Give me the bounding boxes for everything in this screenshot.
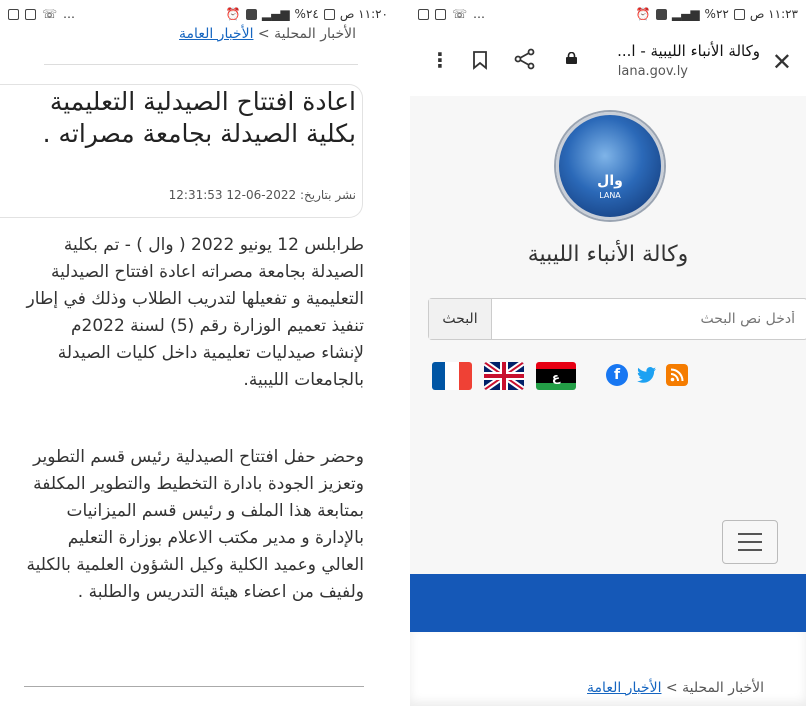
- overflow-menu-icon[interactable]: ⋮: [430, 48, 450, 72]
- breadcrumb-local: الأخبار المحلية: [682, 680, 764, 696]
- signal-icon: ▂▄▆: [261, 7, 290, 21]
- notification-icon: [25, 8, 36, 20]
- page-url[interactable]: lana.gov.ly: [618, 64, 688, 79]
- page-title: وكالة الأنباء الليبية - ا...: [617, 42, 760, 60]
- close-icon[interactable]: ✕: [772, 48, 792, 76]
- signal-icon: ▂▄▆: [671, 7, 700, 21]
- search-button[interactable]: البحث: [429, 299, 492, 339]
- publish-date: نشر بتاريخ: 2022-06-12 12:31:53: [168, 188, 356, 202]
- rss-icon[interactable]: [666, 364, 688, 386]
- gallery-icon: [8, 8, 19, 20]
- status-bar-right: ⏰ ▂▄▆ %٢٢ ١١:٢٣ ص: [636, 7, 798, 21]
- battery-icon: [733, 8, 745, 20]
- agency-name: وكالة الأنباء الليبية: [527, 242, 689, 267]
- clock: ١١:٢٣ ص: [749, 7, 798, 21]
- battery-icon: [323, 8, 335, 20]
- notification-icon: [435, 8, 446, 20]
- sim-icon: [655, 8, 667, 20]
- sim-icon: [245, 8, 257, 20]
- french-flag-icon[interactable]: [432, 362, 472, 390]
- logo-latin-text: LANA: [599, 191, 621, 200]
- share-icon[interactable]: [514, 48, 536, 70]
- breadcrumb: الأخبار المحلية > الأخبار العامة: [587, 680, 764, 696]
- whatsapp-icon: ☏: [452, 7, 468, 21]
- breadcrumb: الأخبار المحلية > الأخبار العامة: [179, 26, 356, 42]
- battery-percent: %٢٤: [294, 7, 319, 21]
- browser-screen: ☏ … ⏰ ▂▄▆ %٢٢ ١١:٢٣ ص ✕ وكالة الأنباء ال…: [410, 0, 806, 706]
- breadcrumb-separator: >: [257, 26, 270, 42]
- alarm-icon: ⏰: [225, 7, 241, 21]
- alarm-icon: ⏰: [635, 7, 651, 21]
- status-bar-left: ☏ …: [418, 7, 485, 21]
- status-bar-left: ☏ …: [8, 7, 75, 21]
- whatsapp-icon: ☏: [42, 7, 58, 21]
- search-bar: البحث: [428, 298, 806, 340]
- divider: [44, 64, 358, 65]
- nav-bar: [410, 574, 806, 632]
- language-flags: ع: [432, 362, 576, 390]
- article-paragraph-2: وحضر حفل افتتاح الصيدلية رئيس قسم التطوي…: [26, 447, 364, 602]
- twitter-icon[interactable]: [636, 364, 658, 386]
- article-headline: اعادة افتتاح الصيدلية التعليمية بكلية ال…: [42, 87, 356, 148]
- bookmark-icon[interactable]: [472, 50, 488, 70]
- breadcrumb-general-link[interactable]: الأخبار العامة: [179, 26, 253, 42]
- divider: [24, 686, 364, 687]
- clock: ١١:٢٠ ص: [339, 7, 388, 21]
- gallery-icon: [418, 8, 429, 20]
- status-bar: ☏ … ⏰ ▂▄▆ %٢٤ ١١:٢٠ ص: [0, 0, 396, 28]
- lock-icon: [566, 52, 577, 64]
- breadcrumb-separator: >: [665, 680, 678, 696]
- battery-percent: %٢٢: [704, 7, 729, 21]
- breadcrumb-local: الأخبار المحلية: [274, 26, 356, 42]
- social-links: f: [606, 364, 688, 386]
- rss-glyph-icon: [670, 368, 684, 382]
- logo-arabic-text: وال: [597, 173, 623, 189]
- lana-logo[interactable]: وال LANA: [556, 112, 664, 220]
- more-icon: …: [473, 7, 486, 21]
- article-paragraph-1: طرابلس 12 يونيو 2022 ( وال ) - تم بكلية …: [26, 235, 365, 390]
- browser-toolbar: ✕ وكالة الأنباء الليبية - ا... lana.gov.…: [410, 36, 806, 88]
- status-bar-right: ⏰ ▂▄▆ %٢٤ ١١:٢٠ ص: [226, 7, 388, 21]
- more-icon: …: [63, 7, 76, 21]
- uk-flag-icon[interactable]: [484, 362, 524, 390]
- facebook-icon[interactable]: f: [606, 364, 628, 386]
- search-input[interactable]: [492, 299, 806, 339]
- arabic-flag-icon[interactable]: ع: [536, 362, 576, 390]
- status-bar: ☏ … ⏰ ▂▄▆ %٢٢ ١١:٢٣ ص: [410, 0, 806, 28]
- hamburger-menu-button[interactable]: [722, 520, 778, 564]
- svg-text:ع: ع: [552, 370, 561, 384]
- article-screen: ☏ … ⏰ ▂▄▆ %٢٤ ١١:٢٠ ص الأخبار المحلية > …: [0, 0, 396, 706]
- breadcrumb-general-link[interactable]: الأخبار العامة: [587, 680, 661, 696]
